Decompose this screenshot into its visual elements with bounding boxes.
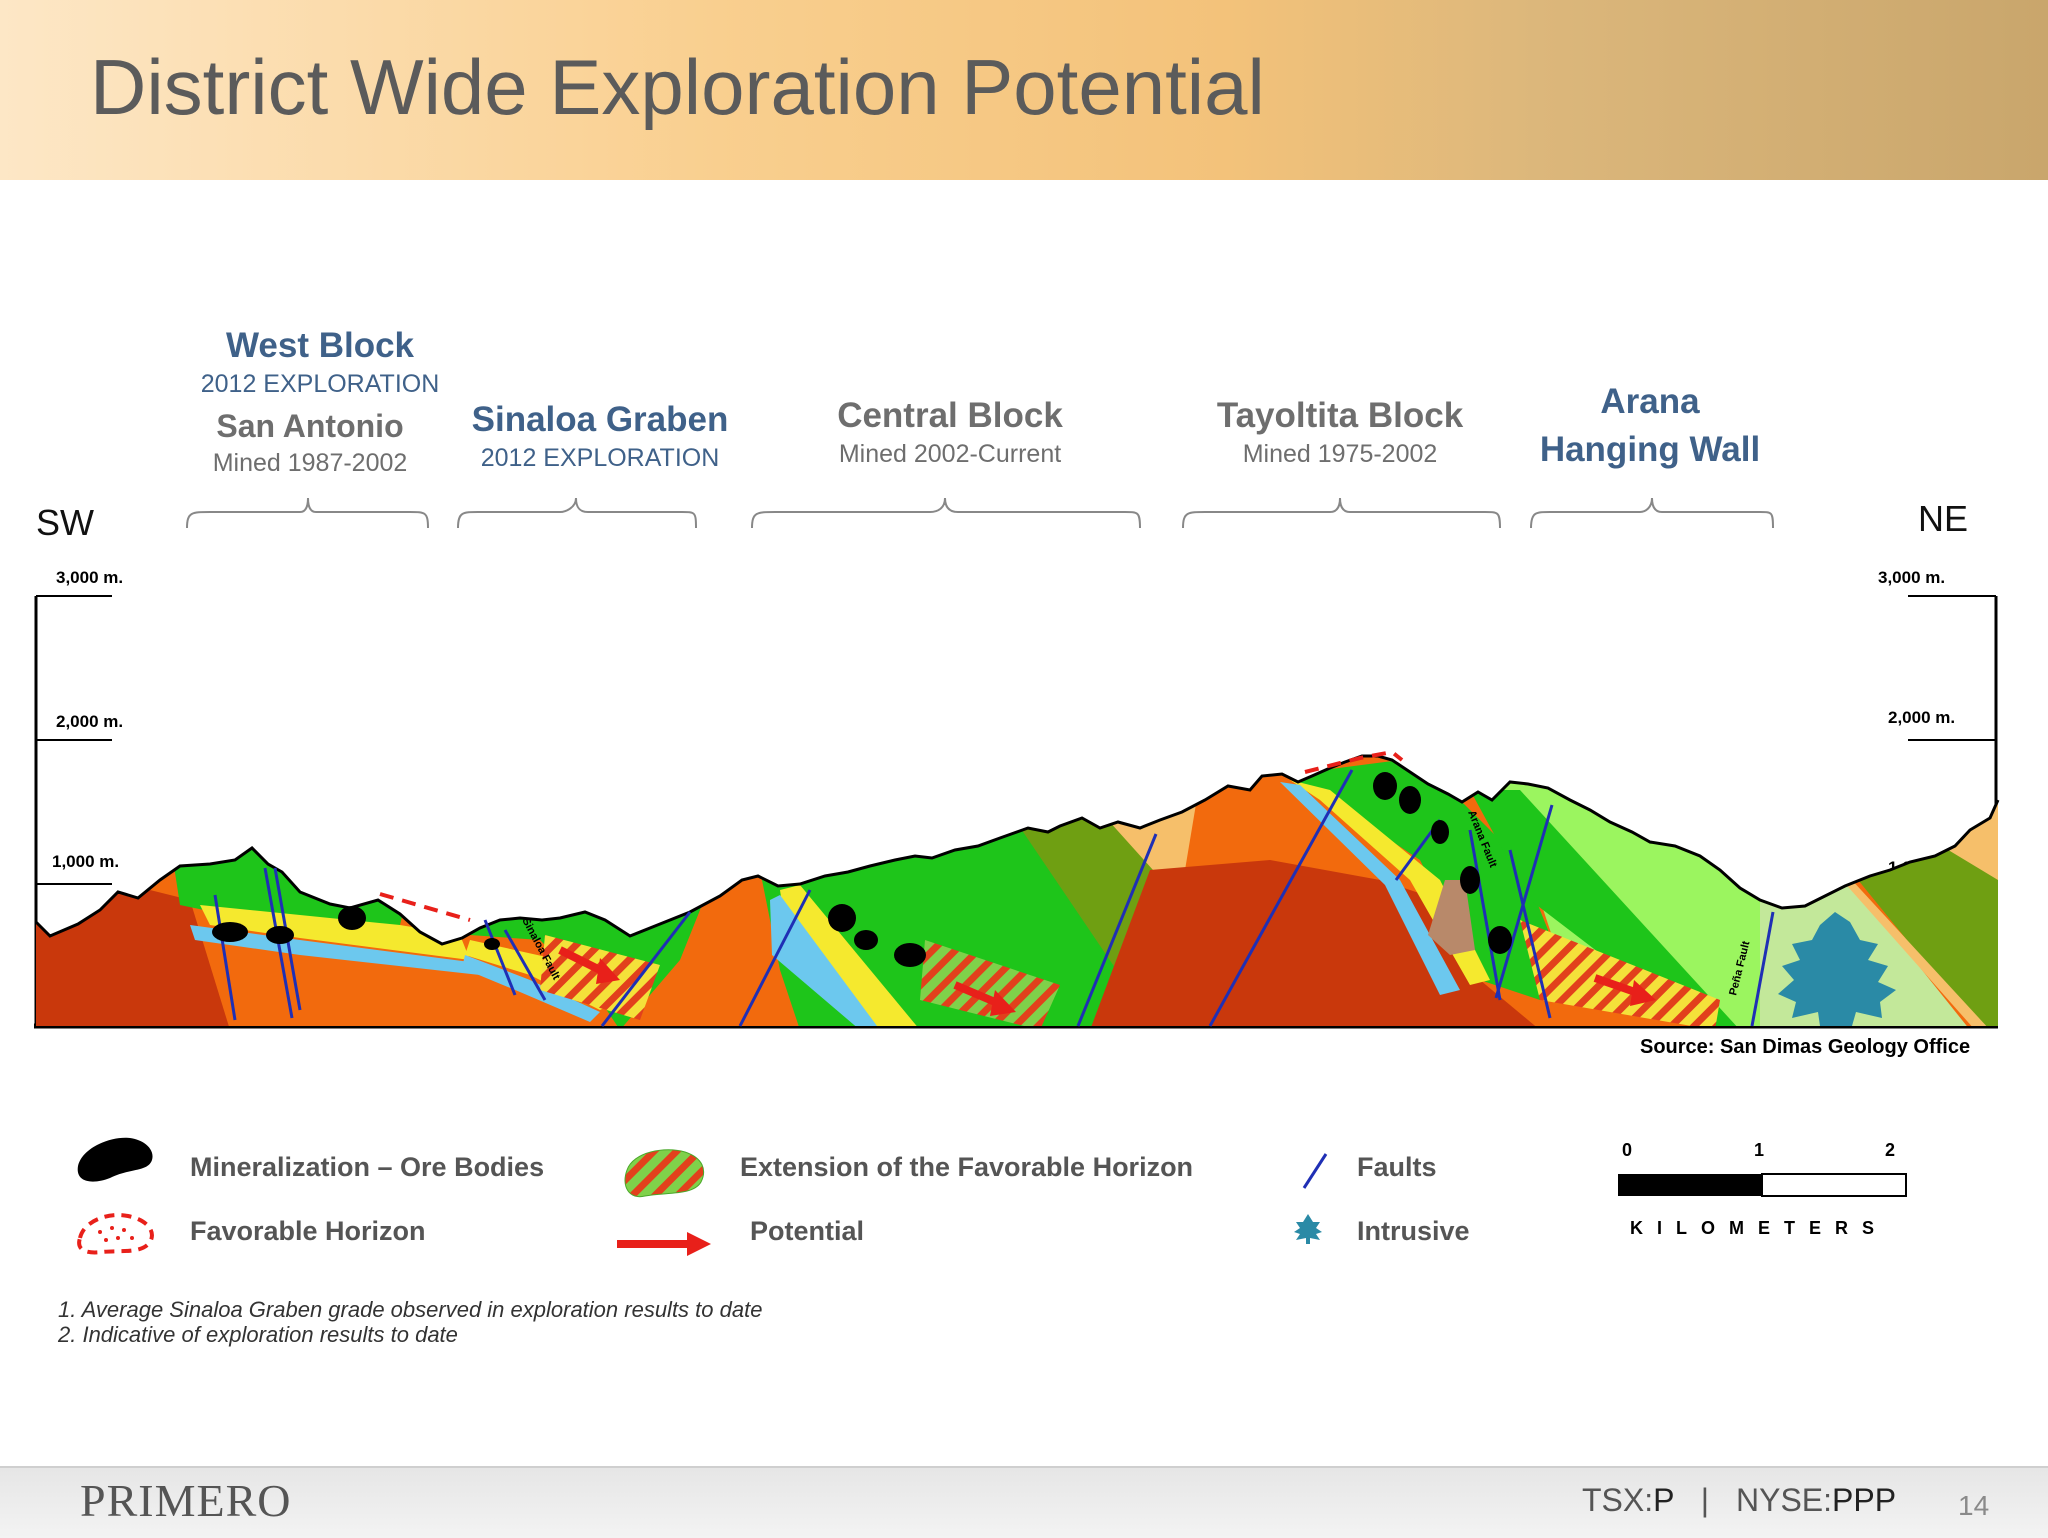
ore-body: [828, 904, 856, 932]
scale-tick-2: 2: [1885, 1140, 1896, 1160]
legend-favorable-horizon: Favorable Horizon: [190, 1216, 426, 1246]
intrusive-icon: [1294, 1214, 1322, 1244]
fault-icon: [1302, 1153, 1328, 1189]
scale-tick-1: 1: [1754, 1140, 1765, 1160]
ore-body: [484, 938, 500, 950]
source-note: Source: San Dimas Geology Office: [1640, 1036, 1971, 1058]
scale-unit: KILOMETERS: [1630, 1218, 1889, 1238]
extension-icon: [624, 1149, 705, 1198]
ore-body-icon: [77, 1137, 153, 1182]
legend-ore-bodies: Mineralization – Ore Bodies: [190, 1152, 545, 1182]
page-number: 14: [1958, 1490, 1990, 1521]
primero-logo: PRIMERO: [80, 1475, 292, 1526]
ore-body: [266, 926, 294, 944]
scale-tick-0: 0: [1622, 1140, 1633, 1160]
ore-body: [1431, 820, 1449, 844]
ore-body: [212, 922, 248, 942]
ore-body: [1399, 786, 1421, 814]
ore-body: [1460, 866, 1480, 894]
nyse-symbol: PPP: [1832, 1482, 1897, 1518]
legend-extension: Extension of the Favorable Horizon: [740, 1152, 1194, 1182]
legend-potential: Potential: [750, 1216, 865, 1246]
ore-body: [854, 930, 878, 950]
tsx-label: TSX:: [1582, 1482, 1654, 1518]
favorable-horizon-icon: [77, 1213, 154, 1255]
legend-icons-middle: [617, 1149, 711, 1256]
ticker-symbols: TSX:P | NYSE:PPP: [1582, 1482, 1896, 1519]
footnote-2: 2. Indicative of exploration results to …: [58, 1322, 458, 1347]
ore-body: [1373, 772, 1397, 800]
legend-icons-right: [1294, 1153, 1328, 1244]
legend-icons-left: [77, 1137, 154, 1255]
footnote-1: 1. Average Sinaloa Graben grade observed…: [58, 1297, 763, 1322]
ore-body: [894, 943, 926, 967]
legend-intrusive: Intrusive: [1357, 1216, 1470, 1246]
tsx-symbol: P: [1653, 1482, 1674, 1518]
geologic-cross-section: Sinaloa Fault Arana Fault Peña Fault: [34, 595, 2000, 1029]
legend-faults: Faults: [1357, 1152, 1437, 1182]
nyse-label: NYSE:: [1735, 1482, 1833, 1518]
ore-body: [1488, 926, 1512, 954]
ticker-separator: |: [1700, 1482, 1710, 1518]
scale-bar: [1618, 1173, 1907, 1197]
ore-body: [338, 906, 366, 930]
